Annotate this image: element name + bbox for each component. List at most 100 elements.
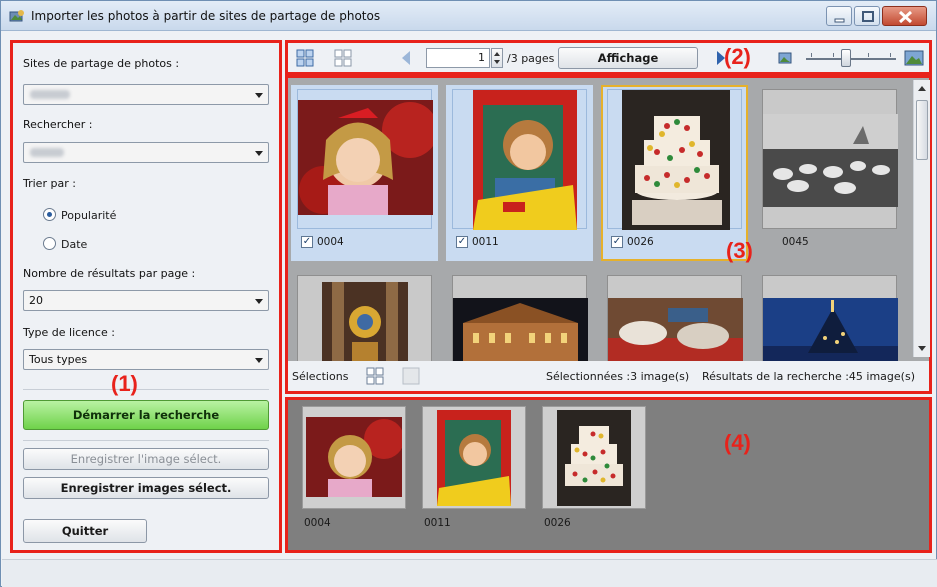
thumbnail-frame [297,89,433,229]
quit-button[interactable]: Quitter [23,519,147,543]
search-panel: Sites de partage de photos : Rechercher … [10,40,282,553]
sort-date-label: Date [61,238,88,251]
scrollbar-thumb[interactable] [916,100,928,160]
thumbnail-cell[interactable]: ✓ 0026 [601,85,748,261]
thumbnail-checkbox[interactable]: ✓ [301,236,313,248]
divider [23,389,269,390]
slider-tick [833,53,834,57]
search-combo[interactable] [23,142,269,163]
tray-label: 0026 [544,517,571,529]
results-label: Nombre de résultats par page : [23,267,196,280]
scroll-up-icon[interactable] [918,86,926,91]
thumbnail-scrollbar[interactable] [913,80,930,357]
selection-status-row: Sélections Sélectionnées :3 image(s) Rés… [288,361,929,391]
tray-label: 0004 [304,517,331,529]
blurred-value [30,90,70,99]
blurred-value [30,148,64,157]
grid-deselect-icon[interactable] [402,367,420,385]
photo-cathedral [322,282,408,366]
large-thumb-icon[interactable] [904,50,924,66]
results-combo[interactable]: 20 [23,290,269,311]
thumbnail-cell[interactable]: ✓ 0011 [446,85,593,261]
sort-popularity-label: Popularité [61,209,117,222]
tray-thumbnail[interactable] [302,406,406,509]
grid-select-all-icon[interactable] [366,367,384,385]
thumbnail-checkbox[interactable]: ✓ [456,236,468,248]
license-combo[interactable]: Tous types [23,349,269,370]
maximize-button[interactable] [854,6,880,26]
zoom-slider-track[interactable] [806,58,896,60]
photo-cake [622,90,730,230]
sites-label: Sites de partage de photos : [23,57,180,70]
sort-label: Trier par : [23,177,76,190]
view-toolbar: 1 /3 pages Affichage (2) [285,40,932,75]
thumbnail-cell[interactable] [291,271,438,366]
pages-label: /3 pages [507,52,555,65]
zoom-slider-thumb[interactable] [841,49,851,67]
save-selected-image-button[interactable]: Enregistrer l'image sélect. [23,448,269,470]
search-label: Rechercher : [23,118,93,131]
license-label: Type de licence : [23,326,115,339]
callout-4: (4) [724,430,751,455]
page-number-input[interactable]: 1 [426,48,490,68]
sites-combo[interactable] [23,84,269,105]
thumbnail-frame [762,275,898,366]
results-count: Résultats de la recherche :45 image(s) [702,370,915,383]
minimize-button[interactable] [826,6,852,26]
selected-images-tray: 0004 0011 0026 (4) [285,397,932,553]
photo-girl [306,417,402,497]
thumbnail-cell[interactable] [446,271,593,366]
grid-deselect-icon[interactable] [334,49,352,67]
close-button[interactable] [882,6,927,26]
slider-tick [868,53,869,57]
slider-tick [890,53,891,57]
thumbnail-frame [762,89,898,229]
small-thumb-icon[interactable] [778,52,792,64]
thumbnail-cell[interactable] [601,271,748,366]
window-title: Importer les photos à partir de sites de… [31,9,381,23]
thumbnail-cell[interactable] [756,271,903,366]
photo-cake [557,410,631,506]
close-icon [898,10,913,24]
thumbnail-label: 0045 [782,236,809,248]
photo-boy [437,410,511,506]
thumbnail-label: 0026 [627,236,654,248]
title-bar: Importer les photos à partir de sites de… [1,1,936,31]
callout-3: (3) [726,238,753,263]
thumbnail-cell[interactable]: 0045 [756,85,903,261]
selections-label: Sélections [292,370,349,383]
tray-thumbnail[interactable] [542,406,646,509]
thumbnail-frame [607,275,743,366]
minimize-icon [834,18,845,23]
chevron-down-icon [255,151,263,156]
photo-boy [473,90,577,230]
sort-date-radio[interactable] [43,237,56,250]
tray-thumbnail[interactable] [422,406,526,509]
app-icon [9,10,24,22]
chevron-down-icon [255,93,263,98]
thumbnail-area: ✓ 0004 ✓ 0011 ✓ 0026 0045 (3) Sélections… [285,75,932,394]
thumbnail-frame [452,89,587,230]
status-bar [2,559,937,587]
start-search-button[interactable]: Démarrer la recherche [23,400,269,430]
thumbnail-checkbox[interactable]: ✓ [611,236,623,248]
prev-page-icon[interactable] [398,49,416,67]
view-button[interactable]: Affichage [558,47,698,69]
sort-popularity-radio[interactable] [43,208,56,221]
scroll-down-icon[interactable] [918,346,926,351]
chevron-down-icon [255,358,263,363]
photo-sheep [763,114,898,207]
photo-dinner [608,298,743,366]
save-selected-images-button[interactable]: Enregistrer images sélect. [23,477,269,499]
chevron-down-icon [255,299,263,304]
thumbnail-frame [452,275,588,366]
thumbnail-label: 0004 [317,236,344,248]
thumbnail-cell[interactable]: ✓ 0004 [291,85,438,261]
maximize-icon [862,11,874,22]
results-value: 20 [29,294,43,307]
grid-select-all-icon[interactable] [296,49,314,67]
photo-girl [298,100,433,215]
thumbnail-frame [607,89,742,230]
page-spinner[interactable] [491,48,503,68]
photo-mont-saint-michel [763,298,898,366]
